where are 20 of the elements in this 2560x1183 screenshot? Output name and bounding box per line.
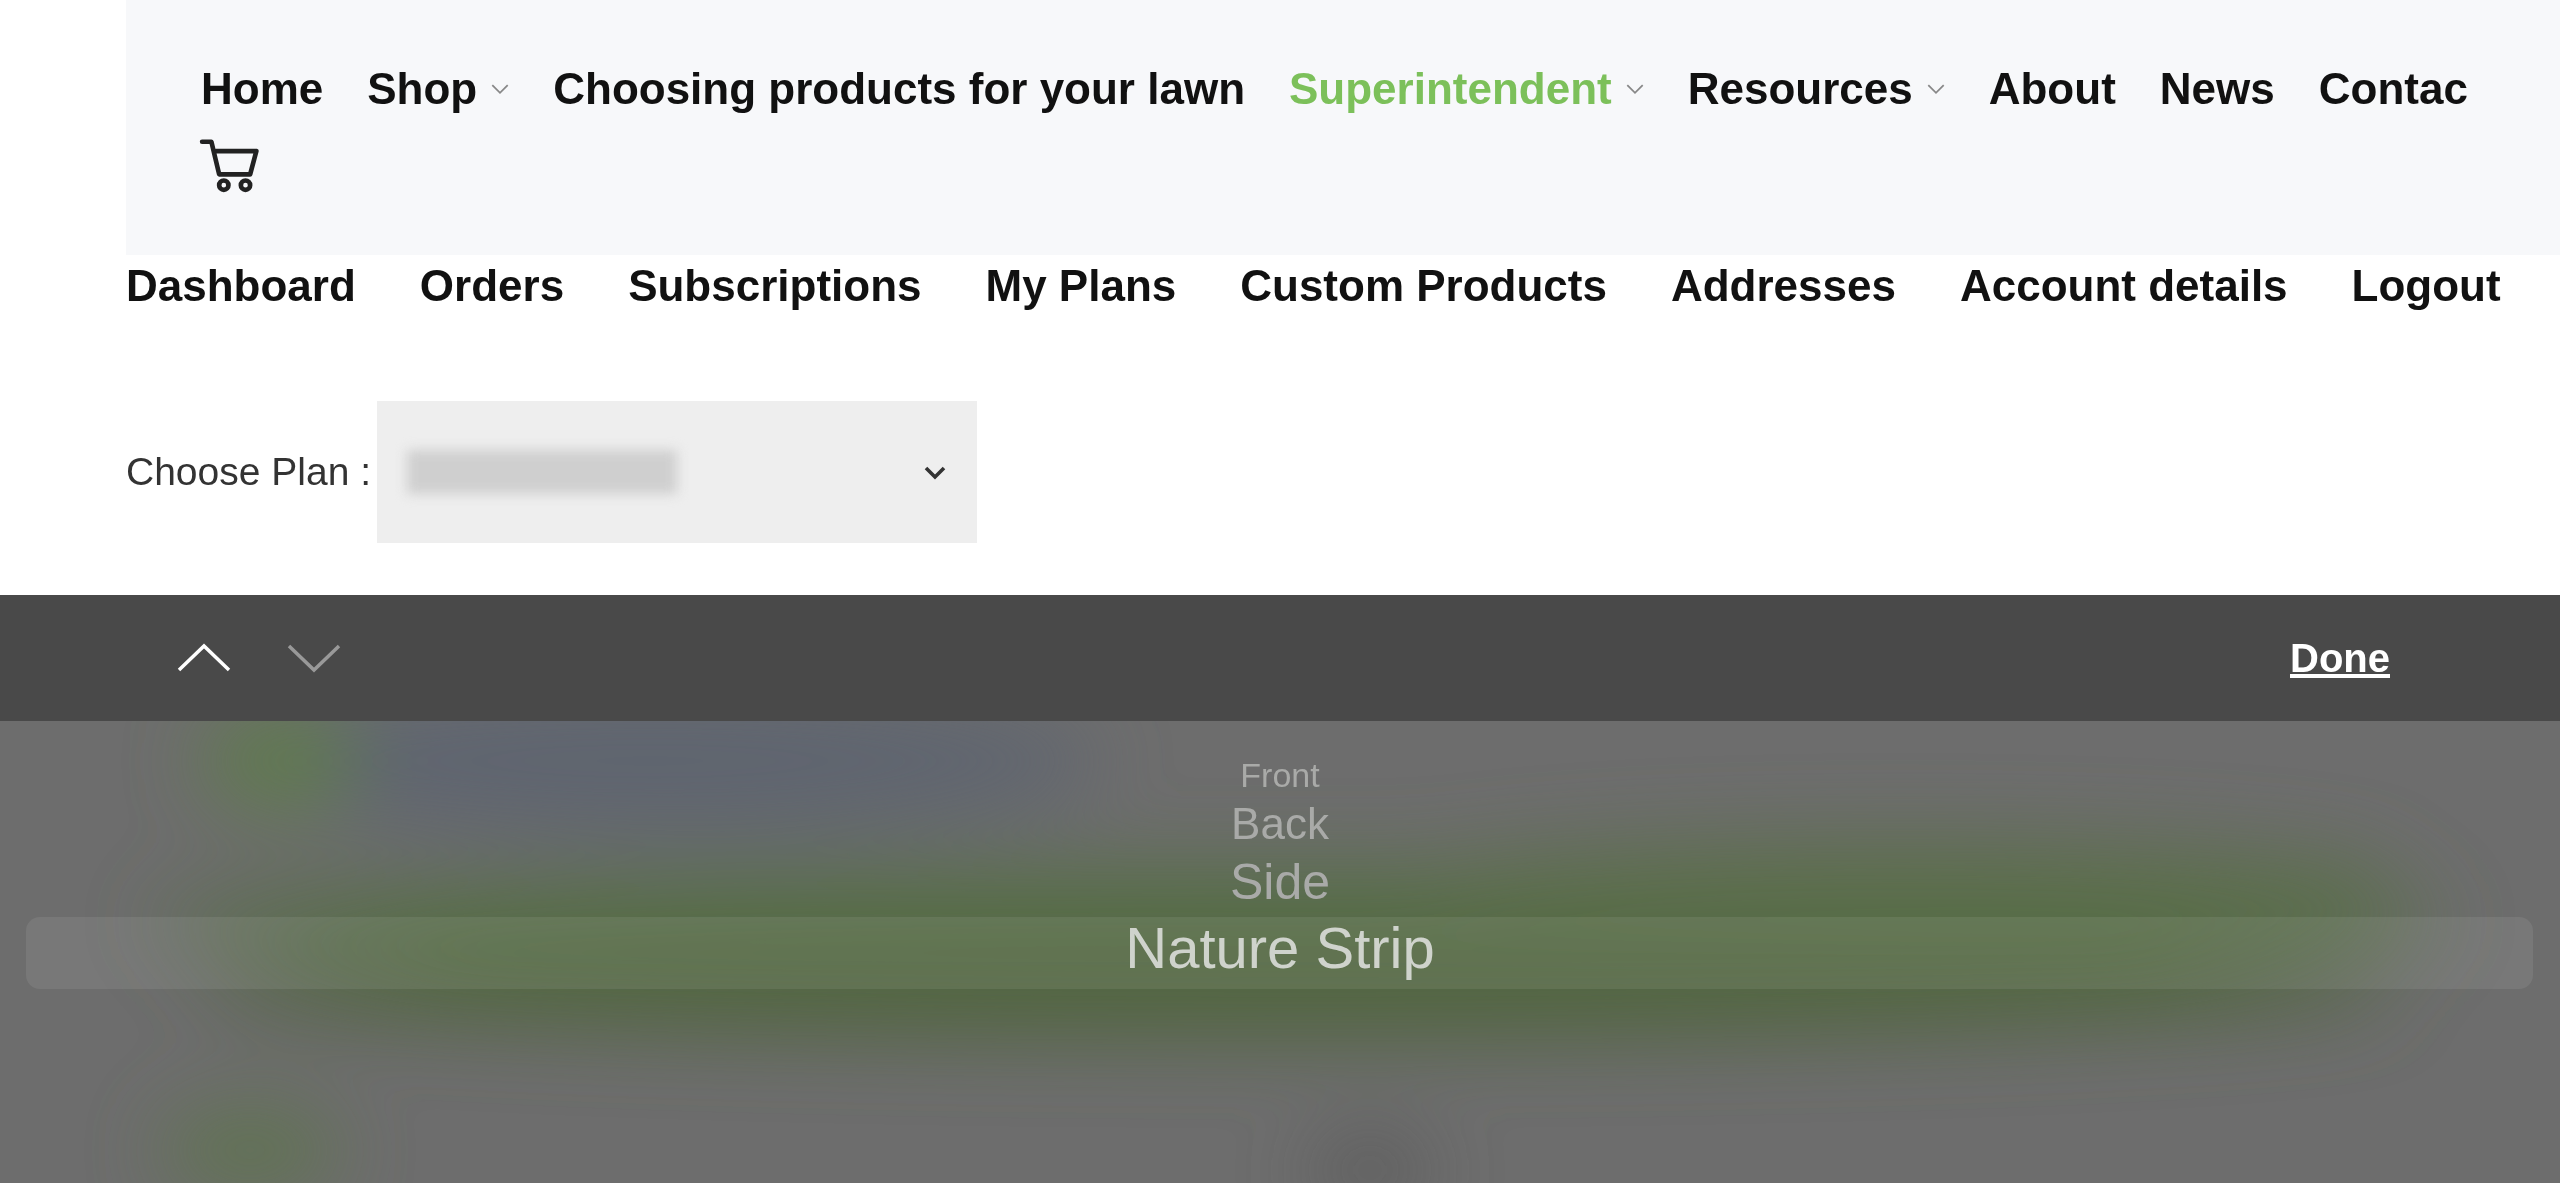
done-button[interactable]: Done [2290,635,2390,681]
account-nav-link[interactable]: Addresses [1670,261,1896,311]
account-nav-link[interactable]: Custom Products [1240,261,1607,311]
nav-link[interactable]: News [2159,64,2275,114]
chevron-down-icon [923,464,947,480]
choose-plan-label: Choose Plan : [126,450,371,494]
account-nav-link[interactable]: Orders [419,261,565,311]
nav-link[interactable]: Shop [367,64,510,114]
nav-link[interactable]: About [1988,64,2116,114]
nav-link[interactable]: Home [201,64,324,114]
chevron-down-icon[interactable] [286,643,342,673]
nav-link[interactable]: Resources [1687,64,1945,114]
chevron-up-icon[interactable] [176,643,232,673]
nav-link[interactable]: Contac [2318,64,2468,114]
nav-link[interactable]: Choosing products for your lawn [553,64,1245,114]
account-nav-link[interactable]: My Plans [985,261,1177,311]
account-nav-link[interactable]: Dashboard [126,261,356,311]
account-nav-link[interactable]: Logout [2351,261,2501,311]
account-nav-link[interactable]: Subscriptions [628,261,922,311]
account-nav-link[interactable]: Account details [1959,261,2288,311]
